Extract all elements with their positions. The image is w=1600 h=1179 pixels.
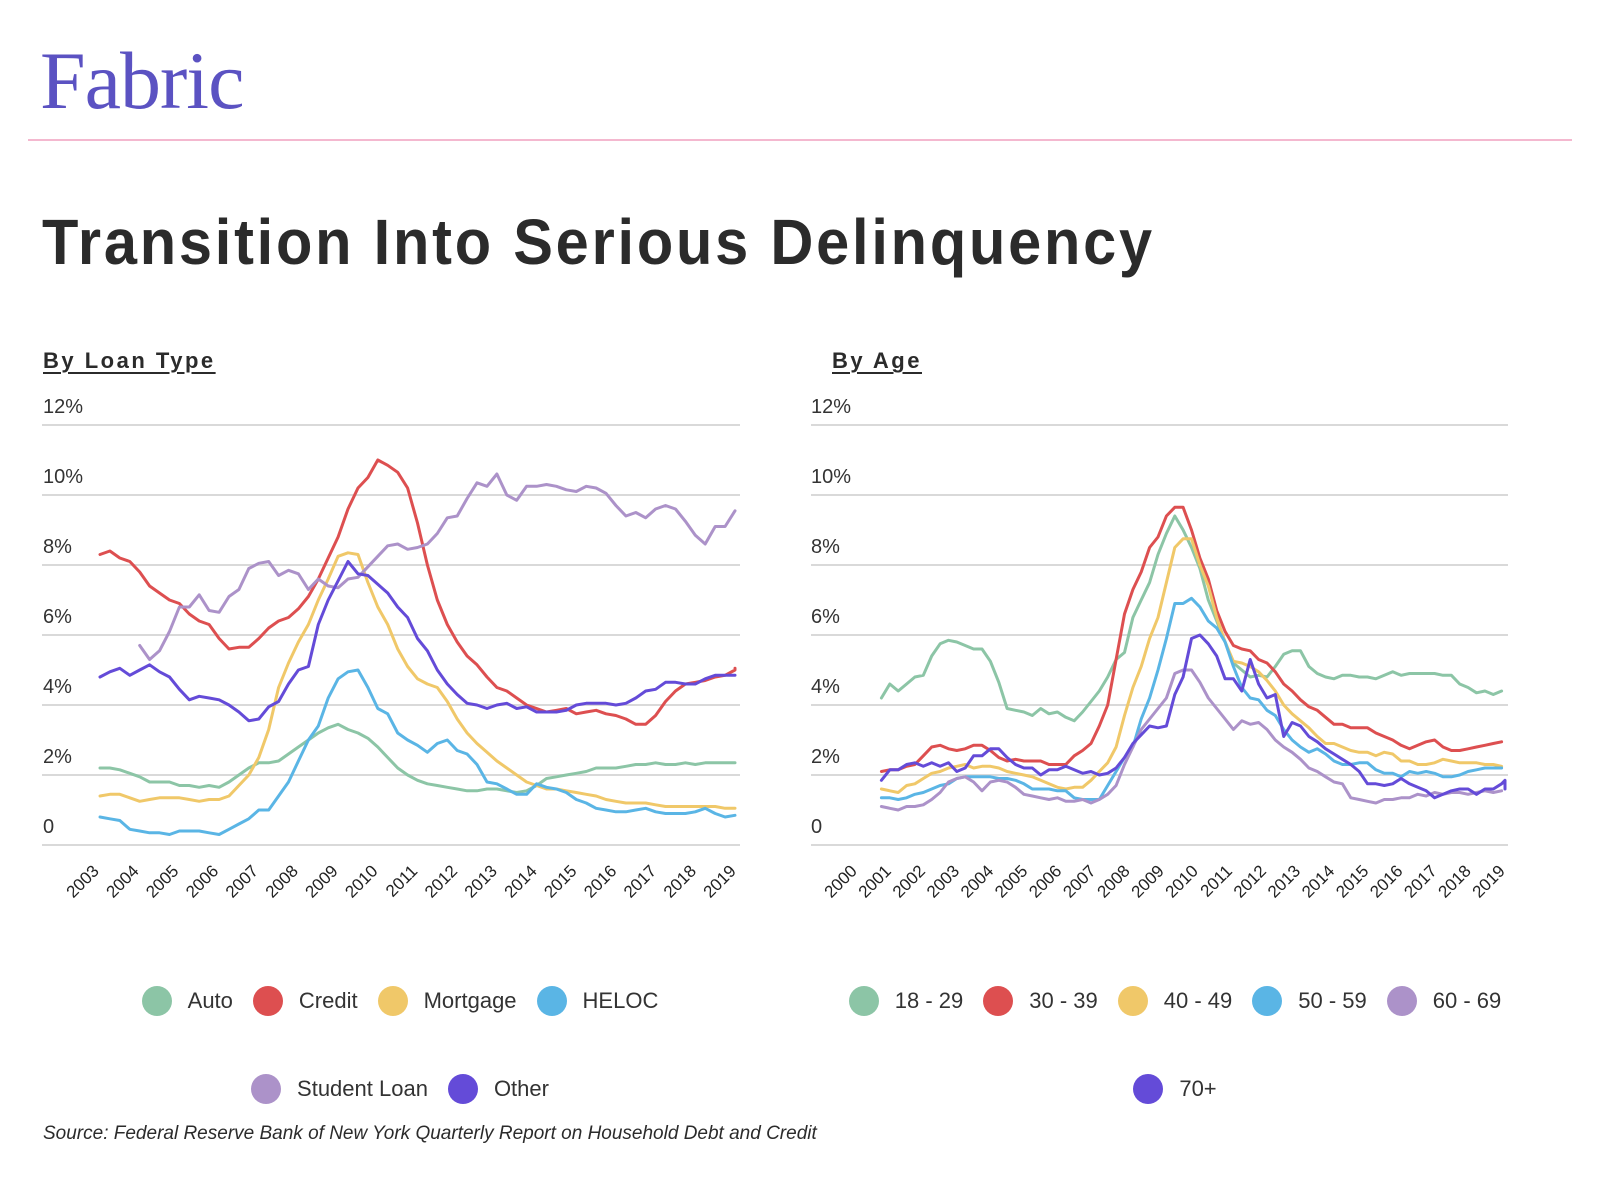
series-line-credit — [98, 458, 737, 726]
x-tick-label: 2016 — [580, 861, 620, 901]
x-tick-label: 2006 — [1025, 861, 1065, 901]
series-line-student-loan — [138, 472, 737, 661]
x-tick-label: 2018 — [1435, 861, 1475, 901]
legend-item-60-69: 60 - 69 — [1386, 985, 1502, 1017]
x-tick-label: 2004 — [957, 861, 997, 901]
x-tick-label: 2003 — [63, 861, 103, 901]
x-tick-label: 2015 — [540, 861, 580, 901]
legend-item-70-: 70+ — [1133, 1073, 1217, 1105]
x-tick-label: 2014 — [501, 861, 541, 901]
x-tick-label: 2017 — [620, 861, 660, 901]
source-note: Source: Federal Reserve Bank of New York… — [43, 1123, 817, 1144]
x-tick-label: 2009 — [302, 861, 342, 901]
x-tick-label: 2019 — [1469, 861, 1509, 901]
y-tick-label: 8% — [43, 536, 72, 558]
legend-label: 60 - 69 — [1432, 988, 1502, 1013]
legend-swatch-icon — [251, 1074, 282, 1104]
legend-label: HELOC — [582, 988, 659, 1013]
series-line-18-29 — [879, 514, 1504, 723]
legend-swatch-icon — [377, 986, 408, 1016]
legend-label: Mortgage — [423, 988, 517, 1013]
x-tick-label: 2000 — [821, 861, 861, 901]
y-tick-label: 10% — [811, 466, 851, 488]
x-tick-label: 2001 — [855, 861, 895, 901]
x-tick-label: 2018 — [660, 861, 700, 901]
legend-item-auto: Auto — [141, 985, 233, 1017]
x-tick-label: 2016 — [1366, 861, 1406, 901]
y-tick-label: 12% — [811, 396, 851, 418]
series-line-other — [98, 560, 737, 723]
x-tick-label: 2008 — [1093, 861, 1133, 901]
legend-item-heloc: HELOC — [536, 985, 659, 1017]
y-tick-label: 4% — [811, 676, 840, 698]
chart-loan-type: 02%4%6%8%10%12%2003 2004 2005 2006 2007 2008 2… — [42, 396, 740, 902]
legend-swatch-icon — [141, 986, 172, 1016]
y-tick-label: 0 — [811, 816, 822, 838]
y-tick-label: 0 — [43, 816, 54, 838]
legend-item-18-29: 18 - 29 — [848, 985, 964, 1017]
legend-swatch-icon — [848, 986, 879, 1016]
x-tick-label: 2011 — [382, 861, 421, 900]
legend-item-student-loan: Student Loan — [251, 1073, 428, 1105]
legend-item-30-39: 30 - 39 — [983, 985, 1098, 1017]
chart-age: 02%4%6%8%10%12%2000200120022003200420052… — [811, 396, 1509, 902]
y-tick-label: 4% — [43, 676, 72, 698]
x-tick-label: 2010 — [341, 861, 381, 901]
legend-label: Credit — [298, 988, 358, 1013]
x-tick-label: 2011 — [1197, 861, 1236, 900]
series-line-mortgage — [98, 551, 737, 810]
y-tick-label: 2% — [811, 746, 840, 768]
y-tick-label: 8% — [811, 536, 840, 558]
x-tick-label: 2014 — [1298, 861, 1338, 901]
x-tick-label: 2012 — [421, 861, 461, 901]
x-tick-label: 2009 — [1128, 861, 1168, 901]
legend-label: Other — [493, 1076, 549, 1101]
x-tick-label: 2010 — [1162, 861, 1202, 901]
series-line-60-69 — [879, 668, 1504, 812]
x-tick-label: 2007 — [222, 861, 262, 901]
legend-label: Student Loan — [297, 1076, 428, 1101]
legend-item-40-49: 40 - 49 — [1117, 985, 1233, 1017]
legend-swatch-icon — [447, 1074, 478, 1104]
legend-age: 18 - 29 30 - 39 40 - 49 50 - 59 60 - 69 70+ — [830, 985, 1520, 1105]
legend-item-mortgage: Mortgage — [377, 985, 517, 1017]
y-tick-label: 10% — [43, 466, 83, 488]
x-tick-label: 2006 — [182, 861, 222, 901]
x-tick-label: 2013 — [461, 861, 501, 901]
legend-label: Auto — [187, 988, 233, 1013]
y-tick-label: 12% — [43, 396, 83, 418]
x-tick-label: 2015 — [1332, 861, 1372, 901]
x-tick-label: 2017 — [1400, 861, 1440, 901]
legend-item-credit: Credit — [252, 985, 358, 1017]
x-tick-label: 2007 — [1059, 861, 1099, 901]
legend-swatch-icon — [252, 986, 283, 1016]
legend-swatch-icon — [1117, 986, 1148, 1016]
y-tick-label: 2% — [43, 746, 72, 768]
legend-swatch-icon — [983, 986, 1014, 1016]
legend-label: 40 - 49 — [1163, 988, 1233, 1013]
x-tick-label: 2005 — [991, 861, 1031, 901]
x-tick-label: 2012 — [1230, 861, 1270, 901]
series-line-auto — [98, 722, 737, 794]
y-tick-label: 6% — [43, 606, 72, 628]
legend-swatch-icon — [1133, 1074, 1164, 1104]
legend-item-other: Other — [447, 1073, 549, 1105]
x-tick-label: 2003 — [923, 861, 963, 901]
x-tick-label: 2013 — [1264, 861, 1304, 901]
y-tick-label: 6% — [811, 606, 840, 628]
x-tick-label: 2008 — [262, 861, 302, 901]
legend-label: 50 - 59 — [1298, 988, 1367, 1013]
x-tick-label: 2019 — [700, 861, 740, 901]
legend-item-50-59: 50 - 59 — [1252, 985, 1367, 1017]
x-tick-label: 2004 — [102, 861, 142, 901]
legend-loan-type: Auto Credit Mortgage HELOC Student Loan Other — [110, 985, 690, 1105]
legend-swatch-icon — [1386, 986, 1417, 1016]
legend-swatch-icon — [1252, 986, 1283, 1016]
legend-swatch-icon — [536, 986, 567, 1016]
legend-label: 30 - 39 — [1029, 988, 1098, 1013]
x-tick-label: 2005 — [142, 861, 182, 901]
legend-label: 18 - 29 — [894, 988, 964, 1013]
x-tick-label: 2002 — [889, 861, 929, 901]
legend-label: 70+ — [1179, 1076, 1217, 1101]
